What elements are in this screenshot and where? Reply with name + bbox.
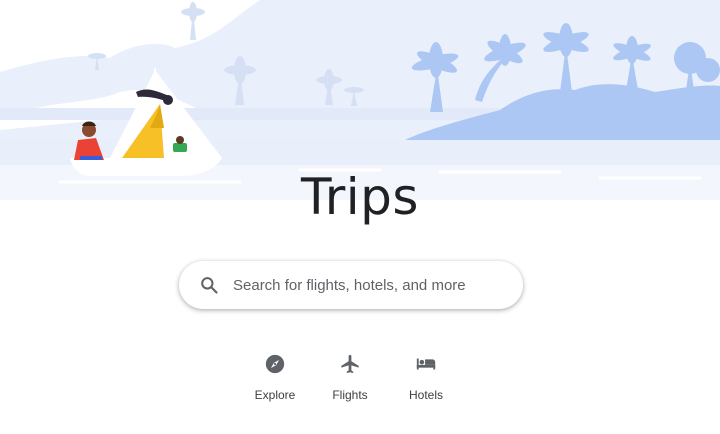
quick-link-explore[interactable]: Explore [235, 350, 315, 402]
search-box[interactable] [179, 261, 523, 309]
quick-link-label: Flights [332, 388, 368, 402]
search-icon [201, 277, 218, 294]
airplane-icon [341, 354, 359, 374]
quick-link-hotels[interactable]: Hotels [386, 350, 466, 402]
search-input[interactable] [233, 276, 503, 294]
quick-link-flights[interactable]: Flights [310, 350, 390, 402]
bed-icon [416, 358, 436, 370]
quick-link-label: Hotels [408, 388, 443, 402]
quick-link-label: Explore [254, 388, 296, 402]
page-title: Trips [301, 168, 419, 226]
compass-icon [265, 354, 285, 374]
